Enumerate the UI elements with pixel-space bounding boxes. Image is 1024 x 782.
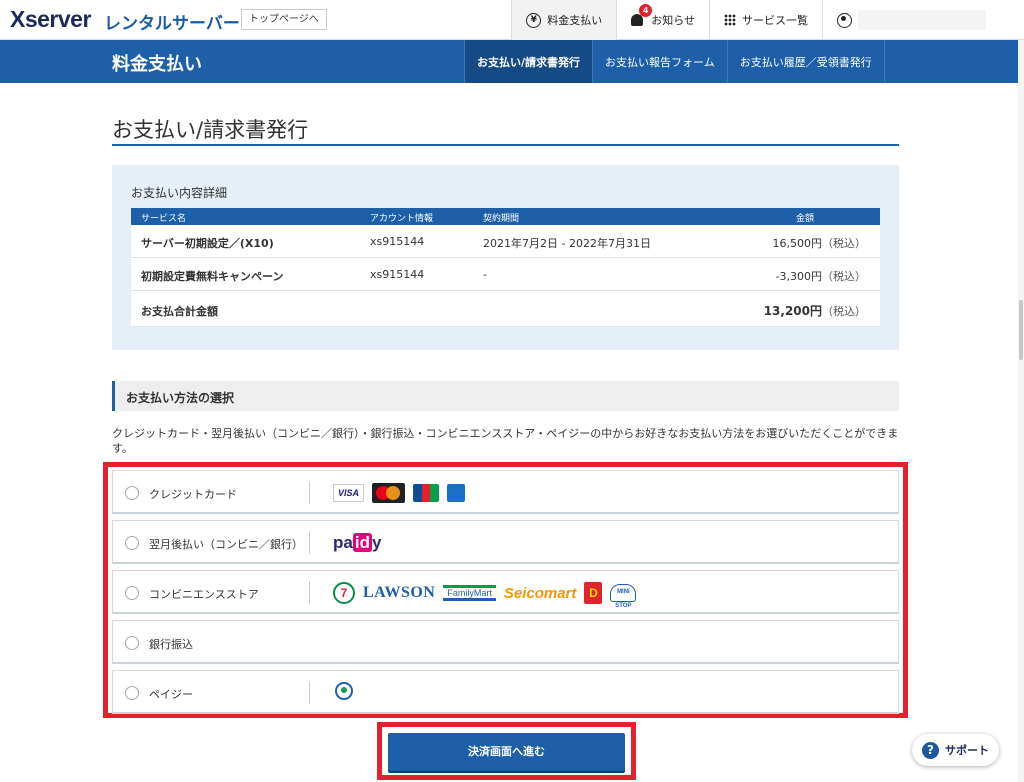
method-label: 翌月後払い（コンビニ／銀行） [149,538,303,551]
row-amount: -3,300円（税込） [776,268,866,284]
payment-details: お支払い内容詳細 サービス名 アカウント情報 契約期間 金額 サーバー初期設定／… [112,165,899,350]
tax-label: （税込） [822,270,866,283]
method-payeasy[interactable]: ペイジー [112,670,899,714]
subheader-tabs: お支払い/請求書発行 お支払い報告フォーム お支払い履歴／受領書発行 [464,40,885,83]
section-title: 料金支払い [112,54,202,75]
visa-logo: VISA [333,484,364,502]
page-header: 料金支払い お支払い/請求書発行 お支払い報告フォーム お支払い履歴／受領書発行 [0,40,1024,83]
divider [309,481,310,504]
divider [309,581,310,604]
row-service: サーバー初期設定／(X10) [141,237,274,250]
nav-account[interactable] [822,0,1024,40]
radio-payeasy[interactable] [125,686,139,700]
table-row: サーバー初期設定／(X10) xs915144 2021年7月2日 - 2022… [131,225,880,258]
col-amount: 金額 [796,214,815,224]
nav-services[interactable]: サービス一覧 [709,0,822,40]
tax-label: （税込） [822,305,866,318]
mastercard-logo [372,483,405,503]
total-label: お支払合計金額 [141,305,218,318]
payment-method-heading: お支払い方法の選択 [112,381,899,411]
payeasy-logo [333,682,357,704]
row-period: 2021年7月2日 - 2022年7月31日 [483,237,651,250]
support-label: サポート [945,744,989,757]
payment-method-title: お支払い方法の選択 [126,391,235,405]
method-label: 銀行振込 [149,638,193,651]
seicomart-logo: Seicomart [503,584,577,602]
total-amount: 13,200円（税込） [764,302,866,319]
nav-payment[interactable]: ¥ 料金支払い [511,0,617,40]
total-row: お支払合計金額 13,200円（税込） [131,291,880,327]
nav-services-label: サービス一覧 [742,14,808,27]
tab-payment-report[interactable]: お支払い報告フォーム [592,40,727,83]
col-service: サービス名 [141,214,187,224]
col-account: アカウント情報 [370,214,434,224]
method-convenience-store[interactable]: コンビニエンスストア 7 LAWSON FamilyMart Seicomart… [112,570,899,614]
tax-label: （税込） [822,237,866,250]
table-header: サービス名 アカウント情報 契約期間 金額 [131,208,880,225]
proceed-to-payment-button[interactable]: 決済画面へ進む [388,733,625,771]
method-paidy[interactable]: 翌月後払い（コンビニ／銀行） pa id y [112,520,899,564]
divider [309,531,310,554]
scrollbar-thumb[interactable] [1019,300,1023,360]
method-label: ペイジー [149,688,193,701]
lawson-logo: LAWSON [363,584,436,601]
method-label: コンビニエンスストア [149,588,259,601]
amount-value: -3,300円 [775,270,822,283]
tab-payment-history[interactable]: お支払い履歴／受領書発行 [726,40,885,83]
scrollbar[interactable] [1018,40,1024,782]
payeasy-logos [333,682,357,704]
row-service: 初期設定費無料キャンペーン [141,270,284,283]
top-nav: ¥ 料金支払い 4 お知らせ サービス一覧 [511,0,1024,40]
amount-value: 16,500円 [772,237,823,250]
support-button[interactable]: ? サポート [912,734,999,766]
yen-icon: ¥ [526,12,542,28]
tab-payment-invoice[interactable]: お支払い/請求書発行 [464,40,593,83]
account-name-field [858,10,986,30]
page-title: お支払い/請求書発行 [112,118,309,142]
logo-subtitle[interactable]: レンタルサーバー [104,9,240,34]
amex-logo [447,484,465,502]
payment-method-description: クレジットカード・翌月後払い（コンビニ／銀行）・銀行振込・コンビニエンスストア・… [112,427,899,455]
divider [309,681,310,704]
grid-icon [724,14,736,26]
paidy-logo: pa id y [333,533,382,552]
col-period: 契約期間 [483,214,520,224]
row-account: xs915144 [370,268,425,281]
details-title: お支払い内容詳細 [131,186,228,200]
paidy-logos: pa id y [333,532,381,554]
method-credit-card[interactable]: クレジットカード VISA [112,470,899,514]
row-account: xs915144 [370,235,425,248]
daily-yamazaki-logo: D [584,582,603,604]
user-icon [837,12,852,28]
help-icon: ? [922,741,939,759]
row-amount: 16,500円（税込） [773,235,867,251]
total-value: 13,200円 [763,304,822,318]
ministop-logo: MINI STOP [610,584,637,609]
method-bank-transfer[interactable]: 銀行振込 [112,620,899,664]
seven-eleven-logo: 7 [333,582,355,604]
nav-notifications[interactable]: 4 お知らせ [616,0,709,40]
jcb-logo [413,484,439,502]
radio-bank-transfer[interactable] [125,636,139,650]
nav-notifications-label: お知らせ [651,14,695,27]
row-period: - [483,268,487,281]
xserver-logo[interactable]: Xserver [10,6,91,33]
radio-credit-card[interactable] [125,486,139,500]
convenience-logos: 7 LAWSON FamilyMart Seicomart D MINI STO… [333,582,637,609]
nav-payment-label: 料金支払い [547,14,603,27]
radio-paidy[interactable] [125,536,139,550]
top-page-button[interactable]: トップページへ [241,9,327,30]
radio-convenience-store[interactable] [125,586,139,600]
table-row: 初期設定費無料キャンペーン xs915144 - -3,300円（税込） [131,258,880,291]
card-logos: VISA [333,482,465,504]
top-bar: Xserver レンタルサーバー トップページへ ¥ 料金支払い 4 お知らせ … [0,0,1024,40]
details-table: サービス名 アカウント情報 契約期間 金額 サーバー初期設定／(X10) xs9… [131,208,880,327]
familymart-logo: FamilyMart [443,585,496,601]
title-divider [112,144,899,146]
method-label: クレジットカード [149,488,237,501]
